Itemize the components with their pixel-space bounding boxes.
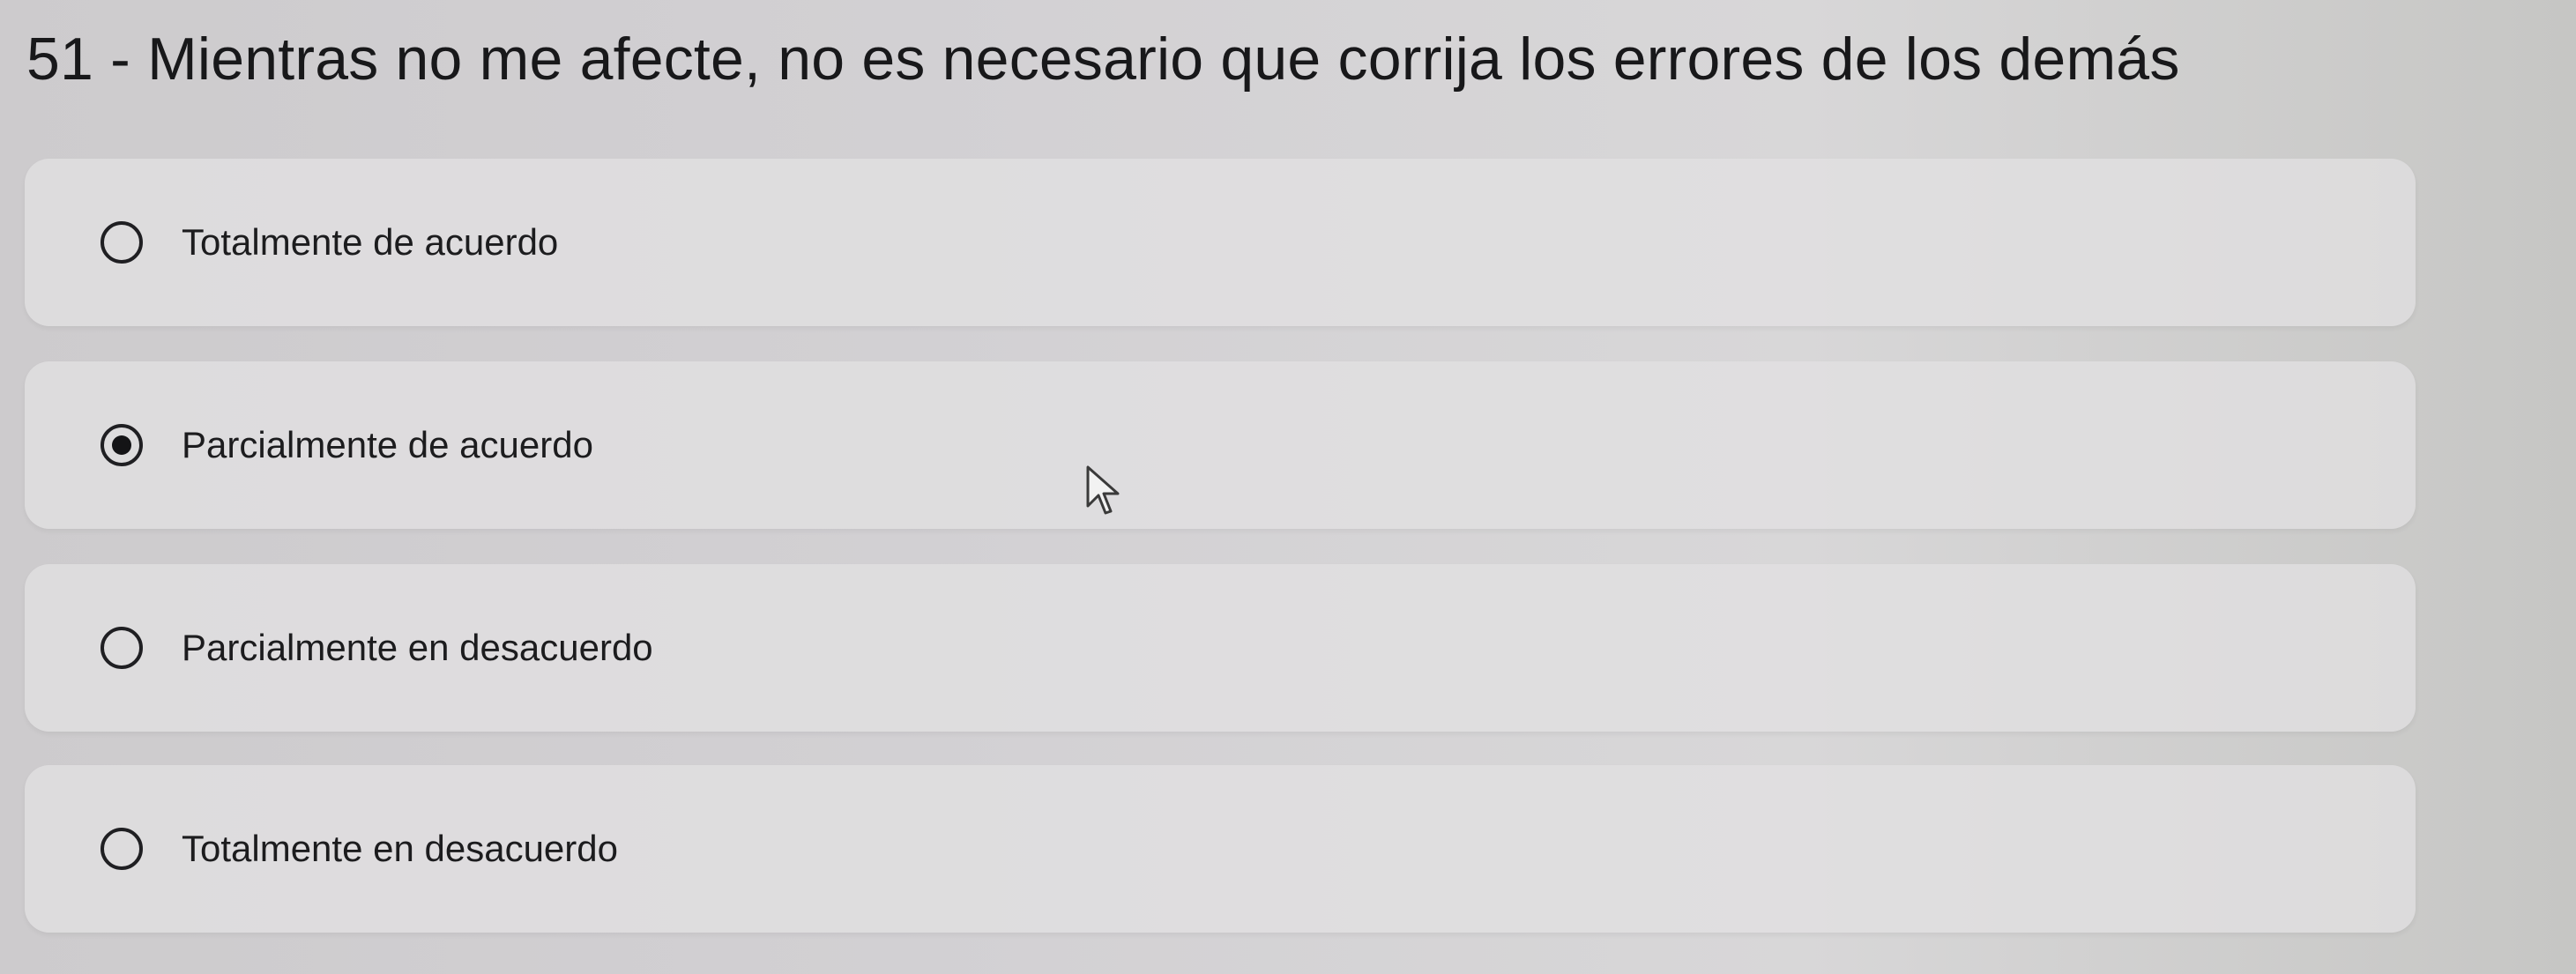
survey-page: 51 - Mientras no me afecte, no es necesa… (0, 0, 2576, 974)
radio-button[interactable] (101, 627, 143, 669)
radio-dot (112, 435, 131, 455)
option-parcialmente-de-acuerdo[interactable]: Parcialmente de acuerdo (25, 361, 2416, 529)
radio-button[interactable] (101, 828, 143, 870)
radio-button[interactable] (101, 424, 143, 466)
option-label: Parcialmente de acuerdo (182, 424, 593, 465)
option-label: Totalmente en desacuerdo (182, 828, 618, 869)
option-totalmente-en-desacuerdo[interactable]: Totalmente en desacuerdo (25, 765, 2416, 933)
radio-button[interactable] (101, 221, 143, 264)
mouse-pointer-icon (1086, 465, 1120, 515)
option-label: Parcialmente en desacuerdo (182, 627, 653, 668)
answer-options: Totalmente de acuerdo Parcialmente de ac… (0, 0, 2576, 974)
option-parcialmente-en-desacuerdo[interactable]: Parcialmente en desacuerdo (25, 564, 2416, 732)
option-totalmente-de-acuerdo[interactable]: Totalmente de acuerdo (25, 159, 2416, 326)
option-label: Totalmente de acuerdo (182, 221, 559, 263)
